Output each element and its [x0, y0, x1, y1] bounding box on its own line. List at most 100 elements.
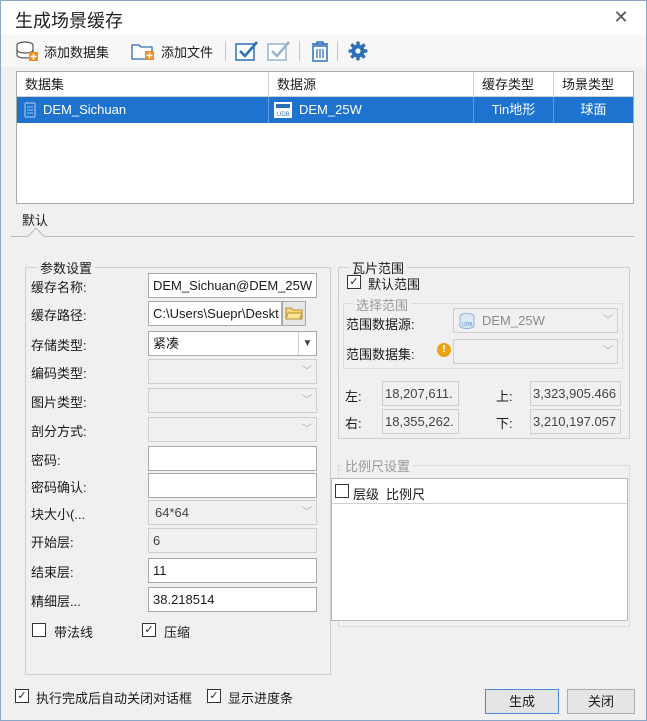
tab-indicator — [27, 227, 45, 245]
scale-select-all-checkbox[interactable] — [335, 484, 349, 498]
datasource-icon: UDB — [459, 312, 475, 329]
block-size-select[interactable]: 64*64 ﹀ — [148, 500, 317, 525]
chevron-down-icon: ▼ — [298, 332, 316, 355]
password-confirm-label: 密码确认: — [31, 480, 87, 495]
folder-browse-icon — [285, 307, 303, 320]
check-all-icon — [235, 41, 258, 61]
settings-button[interactable] — [343, 39, 373, 63]
show-progress-label: 显示进度条 — [228, 691, 294, 706]
normals-checkbox[interactable] — [32, 623, 46, 637]
delete-button[interactable] — [305, 39, 335, 63]
column-header-dataset[interactable]: 数据集 — [17, 72, 269, 97]
column-header-level[interactable]: 层级 — [353, 484, 379, 503]
select-range-title: 选择范围 — [353, 295, 412, 314]
storage-type-select[interactable]: 紧凑 ▼ — [148, 331, 317, 356]
bottom-bound-label: 下: — [496, 416, 513, 431]
close-window-button[interactable]: ✕ — [609, 5, 633, 29]
chevron-down-icon: ﹀ — [302, 366, 312, 377]
dialog-window: 生成场景缓存 ✕ 添加数据集 添加文件 数据集 数据源 缓存类型 场景类型 DE… — [0, 0, 647, 721]
password-field[interactable] — [148, 446, 317, 471]
default-range-checkbox[interactable]: ✓ — [347, 275, 361, 289]
storage-type-value: 紧凑 — [153, 336, 180, 351]
cache-name-label: 缓存名称: — [31, 280, 87, 295]
cell-scene-type: 球面 — [580, 102, 607, 117]
end-level-field[interactable]: 11 — [148, 558, 317, 583]
range-datasource-label: 范围数据源: — [346, 317, 415, 332]
compress-checkbox[interactable]: ✓ — [142, 623, 156, 637]
scale-table[interactable]: 层级 比例尺 — [331, 478, 628, 621]
close-button[interactable]: 关闭 — [567, 689, 635, 714]
start-level-field[interactable]: 6 — [148, 528, 317, 553]
column-header-scene-type[interactable]: 场景类型 — [554, 72, 633, 97]
show-progress-checkbox[interactable]: ✓ — [207, 689, 221, 703]
datasource-name: DEM_25W — [299, 102, 362, 117]
params-group — [25, 267, 331, 675]
range-dataset-select[interactable]: ﹀ — [453, 339, 618, 364]
toolbar-separator — [299, 41, 300, 61]
block-size-label: 块大小(... — [31, 507, 86, 522]
table-row[interactable]: DEM_Sichuan UDB DEM_25W Tin地形 球面 — [17, 97, 633, 123]
right-bound-field[interactable]: 18,355,262. — [382, 409, 459, 434]
warning-icon: ! — [437, 343, 451, 357]
bottom-bound-field[interactable]: 3,210,197.057 — [530, 409, 621, 434]
select-all-button[interactable] — [231, 39, 263, 63]
add-dataset-button[interactable]: 添加数据集 — [12, 39, 112, 63]
top-bound-field[interactable]: 3,323,905.466 — [530, 381, 621, 406]
encoding-type-label: 编码类型: — [31, 366, 87, 381]
default-range-label: 默认范围 — [368, 277, 421, 292]
column-header-cache-type[interactable]: 缓存类型 — [474, 72, 554, 97]
scale-group-title: 比例尺设置 — [342, 456, 414, 475]
dataset-icon — [24, 102, 36, 118]
left-bound-field[interactable]: 18,207,611. — [382, 381, 459, 406]
encoding-type-select[interactable]: ﹀ — [148, 359, 317, 384]
chevron-down-icon: ﹀ — [603, 315, 613, 326]
end-level-label: 结束层: — [31, 565, 74, 580]
select-none-button[interactable] — [263, 39, 295, 63]
range-dataset-label: 范围数据集: — [346, 347, 415, 362]
cache-path-field[interactable]: C:\Users\Suepr\Deskt — [148, 301, 282, 326]
toolbar-separator — [337, 41, 338, 61]
cache-path-label: 缓存路径: — [31, 308, 87, 323]
generate-button[interactable]: 生成 — [485, 689, 559, 714]
fine-level-field[interactable]: 38.218514 — [148, 587, 317, 612]
cache-name-field[interactable]: DEM_Sichuan@DEM_25W — [148, 273, 317, 298]
cell-dataset: DEM_Sichuan — [17, 97, 269, 123]
grid-header: 数据集 数据源 缓存类型 场景类型 — [17, 72, 633, 97]
title-bar: 生成场景缓存 ✕ — [1, 1, 646, 35]
settings-icon — [348, 41, 368, 61]
dataset-name: DEM_Sichuan — [43, 102, 127, 117]
database-add-icon — [16, 41, 38, 61]
range-datasource-value: DEM_25W — [482, 313, 545, 328]
password-confirm-field[interactable] — [148, 473, 317, 498]
block-size-value: 64*64 — [155, 505, 189, 520]
column-header-datasource[interactable]: 数据源 — [269, 72, 474, 97]
add-dataset-label: 添加数据集 — [44, 44, 110, 60]
chevron-down-icon: ﹀ — [302, 507, 312, 518]
chevron-down-icon: ﹀ — [302, 395, 312, 406]
compress-label: 压缩 — [164, 625, 191, 640]
add-file-button[interactable]: 添加文件 — [127, 39, 216, 63]
chevron-down-icon: ﹀ — [603, 346, 613, 357]
window-title: 生成场景缓存 — [15, 11, 123, 31]
cell-cache-type: Tin地形 — [474, 97, 554, 123]
image-type-select[interactable]: ﹀ — [148, 388, 317, 413]
left-bound-label: 左: — [345, 389, 362, 404]
tab-default[interactable]: 默认 — [22, 210, 48, 229]
auto-close-checkbox[interactable]: ✓ — [15, 689, 29, 703]
split-mode-select[interactable]: ﹀ — [148, 417, 317, 442]
start-level-label: 开始层: — [31, 535, 74, 550]
image-type-label: 图片类型: — [31, 395, 87, 410]
folder-add-icon — [131, 44, 154, 60]
dataset-grid[interactable]: 数据集 数据源 缓存类型 场景类型 DEM_Sichuan UDB DEM_25… — [16, 71, 634, 204]
chevron-down-icon: ﹀ — [302, 424, 312, 435]
top-bound-label: 上: — [496, 389, 513, 404]
storage-type-label: 存储类型: — [31, 338, 87, 353]
normals-label: 带法线 — [54, 625, 94, 640]
range-datasource-select[interactable]: UDB DEM_25W ﹀ — [453, 308, 618, 333]
toolbar-separator — [225, 41, 226, 61]
scale-table-header: 层级 比例尺 — [332, 479, 627, 504]
browse-path-button[interactable] — [282, 301, 306, 326]
column-header-scale[interactable]: 比例尺 — [386, 484, 425, 503]
auto-close-label: 执行完成后自动关闭对话框 — [36, 691, 193, 706]
tab-divider — [11, 236, 634, 237]
